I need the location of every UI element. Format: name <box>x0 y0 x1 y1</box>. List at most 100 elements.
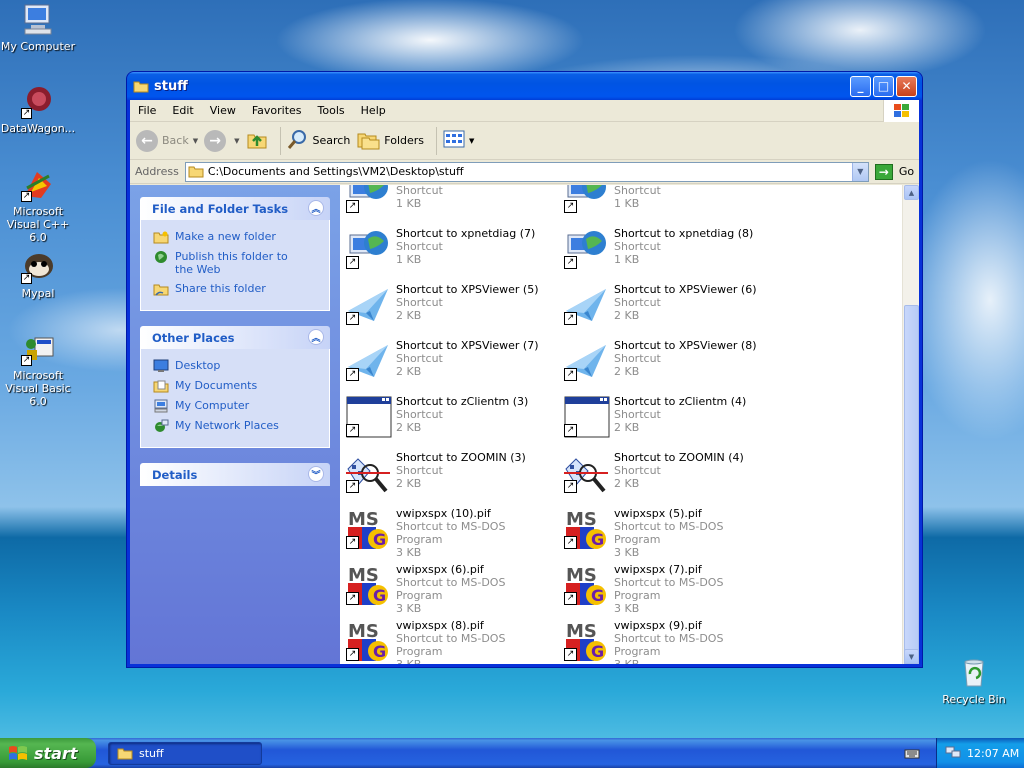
file-type: Shortcut <box>614 464 661 477</box>
file-name: Shortcut to ZOOMIN (4) <box>614 451 744 464</box>
file-item[interactable]: ↗ Shortcut to XPSViewer (6) Shortcut 2 KB <box>562 281 772 333</box>
scroll-up-button[interactable]: ▲ <box>904 185 919 200</box>
file-name: Shortcut to xpnetdiag (7) <box>396 227 536 240</box>
file-tasks-header[interactable]: File and Folder Tasks ︽ <box>140 197 330 220</box>
window-title: stuff <box>154 78 188 94</box>
file-size: 2 KB <box>396 421 422 434</box>
up-button[interactable] <box>246 128 268 153</box>
svg-text:G: G <box>373 586 386 605</box>
collapse-icon[interactable]: ︽ <box>308 200 324 216</box>
task-publish-to-web[interactable]: Publish this folder to the Web <box>153 250 319 276</box>
file-item[interactable]: MS G ↗ vwipxspx (10).pif Shortcut to MS-DOS … <box>344 505 554 559</box>
file-type: Shortcut to MS-DOS Program <box>396 576 506 602</box>
title-bar[interactable]: stuff _ □ ✕ <box>127 72 922 100</box>
desktop-icon-visual-basic[interactable]: ↗ Microsoft Visual Basic 6.0 <box>0 332 78 408</box>
place-network-places[interactable]: My Network Places <box>153 419 319 433</box>
address-label: Address <box>135 165 179 178</box>
svg-text:G: G <box>373 530 386 549</box>
file-item[interactable]: ↗ Shortcut to ZOOMIN (4) Shortcut 2 KB <box>562 449 772 501</box>
place-desktop[interactable]: Desktop <box>153 359 319 373</box>
go-button[interactable]: → Go <box>874 163 914 180</box>
menu-file[interactable]: File <box>130 104 164 117</box>
file-size: 2 KB <box>396 309 422 322</box>
shortcut-arrow-icon: ↗ <box>346 368 359 381</box>
menu-edit[interactable]: Edit <box>164 104 201 117</box>
xpsviewer-icon: ↗ <box>344 281 392 329</box>
maximize-icon: □ <box>877 79 890 93</box>
desktop-icon-label: My Computer <box>0 40 76 53</box>
task-make-new-folder[interactable]: Make a new folder <box>153 230 319 244</box>
file-item[interactable]: ↗ Shortcut to XPSViewer (7) Shortcut 2 KB <box>344 337 554 389</box>
mypal-icon: ↗ <box>21 250 55 284</box>
folders-label: Folders <box>384 134 425 147</box>
file-name: Shortcut to zClientm (4) <box>614 395 747 408</box>
menu-view[interactable]: View <box>202 104 244 117</box>
forward-button[interactable]: → ▼ <box>204 129 240 152</box>
vertical-scrollbar[interactable]: ▲ ▼ <box>902 185 919 664</box>
msdos-icon: MS G ↗ <box>344 561 392 609</box>
file-type: Shortcut to MS-DOS Program <box>614 576 724 602</box>
file-item[interactable]: MS G ↗ vwipxspx (7).pif Shortcut to MS-DOS P… <box>562 561 772 615</box>
file-item[interactable]: ↗ Shortcut to zClientm (4) Shortcut 2 KB <box>562 393 772 445</box>
address-dropdown-button[interactable]: ▼ <box>851 162 868 181</box>
desktop-icon-my-computer[interactable]: My Computer <box>0 3 78 53</box>
close-button[interactable]: ✕ <box>896 75 917 97</box>
desktop-icon-label: Recycle Bin <box>942 693 1006 706</box>
file-item[interactable]: ↗ Shortcut to zClientm (3) Shortcut 2 KB <box>344 393 554 445</box>
place-my-documents[interactable]: My Documents <box>153 379 319 393</box>
scroll-down-button[interactable]: ▼ <box>904 649 919 664</box>
collapse-icon[interactable]: ︽ <box>308 329 324 345</box>
file-item[interactable]: MS G ↗ vwipxspx (5).pif Shortcut to MS-DOS P… <box>562 505 772 559</box>
file-type: Shortcut <box>396 185 443 197</box>
file-item[interactable]: ↗ Shortcut 1 KB <box>344 185 554 221</box>
desktop-icon-visual-cpp[interactable]: ↗ Microsoft Visual C++ 6.0 <box>0 168 78 244</box>
taskbar-window-stuff[interactable]: stuff <box>108 741 262 765</box>
address-input[interactable]: C:\Documents and Settings\VM2\Desktop\st… <box>184 161 869 182</box>
shortcut-arrow-icon: ↗ <box>564 312 577 325</box>
file-item[interactable]: ↗ Shortcut to ZOOMIN (3) Shortcut 2 KB <box>344 449 554 501</box>
menu-favorites[interactable]: Favorites <box>244 104 310 117</box>
folders-button[interactable]: Folders <box>356 128 424 153</box>
place-my-computer[interactable]: My Computer <box>153 399 319 413</box>
start-button[interactable]: start <box>0 738 96 768</box>
search-button[interactable]: Search <box>287 128 350 153</box>
desktop-icon-recycle-bin[interactable]: Recycle Bin <box>934 656 1014 706</box>
back-button[interactable]: ← Back ▼ <box>136 129 198 152</box>
menu-help[interactable]: Help <box>353 104 394 117</box>
shortcut-arrow-icon: ↗ <box>564 592 577 605</box>
window-body: File Edit View Favorites Tools Help ← Ba… <box>130 100 919 664</box>
file-item[interactable]: ↗ Shortcut to XPSViewer (5) Shortcut 2 KB <box>344 281 554 333</box>
network-icon[interactable] <box>945 745 961 762</box>
toolbar-separator <box>279 126 281 155</box>
desktop-icon-datawagon[interactable]: ↗ DataWagon... <box>0 85 78 135</box>
shortcut-arrow-icon: ↗ <box>346 536 359 549</box>
scrollbar-thumb[interactable] <box>904 305 919 664</box>
file-item[interactable]: MS G ↗ vwipxspx (6).pif Shortcut to MS-DOS P… <box>344 561 554 615</box>
file-item[interactable]: ↗ Shortcut to xpnetdiag (8) Shortcut 1 KB <box>562 225 772 277</box>
expand-icon[interactable]: ︾ <box>308 466 324 482</box>
maximize-button[interactable]: □ <box>873 75 894 97</box>
shortcut-arrow-icon: ↗ <box>564 424 577 437</box>
desktop-icon-mypal[interactable]: ↗ Mypal <box>0 250 78 300</box>
details-header[interactable]: Details ︾ <box>140 463 330 486</box>
visual-cpp-icon: ↗ <box>21 168 55 202</box>
views-button[interactable]: ▼ <box>443 129 474 152</box>
keyboard-icon[interactable] <box>904 746 920 760</box>
shortcut-arrow-icon: ↗ <box>21 108 32 119</box>
file-item[interactable]: MS G ↗ vwipxspx (9).pif Shortcut to MS-DOS P… <box>562 617 772 664</box>
clock[interactable]: 12:07 AM <box>967 747 1019 760</box>
file-item[interactable]: MS G ↗ vwipxspx (8).pif Shortcut to MS-DOS P… <box>344 617 554 664</box>
minimize-button[interactable]: _ <box>850 75 871 97</box>
menu-tools[interactable]: Tools <box>310 104 353 117</box>
windows-logo-icon <box>883 100 919 122</box>
task-share-folder[interactable]: Share this folder <box>153 282 319 296</box>
other-places-header[interactable]: Other Places ︽ <box>140 326 330 349</box>
file-name: vwipxspx (9).pif <box>614 619 702 632</box>
new-folder-icon <box>153 230 169 244</box>
file-item[interactable]: ↗ Shortcut to XPSViewer (8) Shortcut 2 KB <box>562 337 772 389</box>
toolbar: ← Back ▼ → ▼ Search Folders ▼ <box>130 122 919 160</box>
file-type: Shortcut <box>396 408 443 421</box>
file-item[interactable]: ↗ Shortcut to xpnetdiag (7) Shortcut 1 KB <box>344 225 554 277</box>
file-name: vwipxspx (10).pif <box>396 507 491 520</box>
file-item[interactable]: ↗ Shortcut 1 KB <box>562 185 772 221</box>
